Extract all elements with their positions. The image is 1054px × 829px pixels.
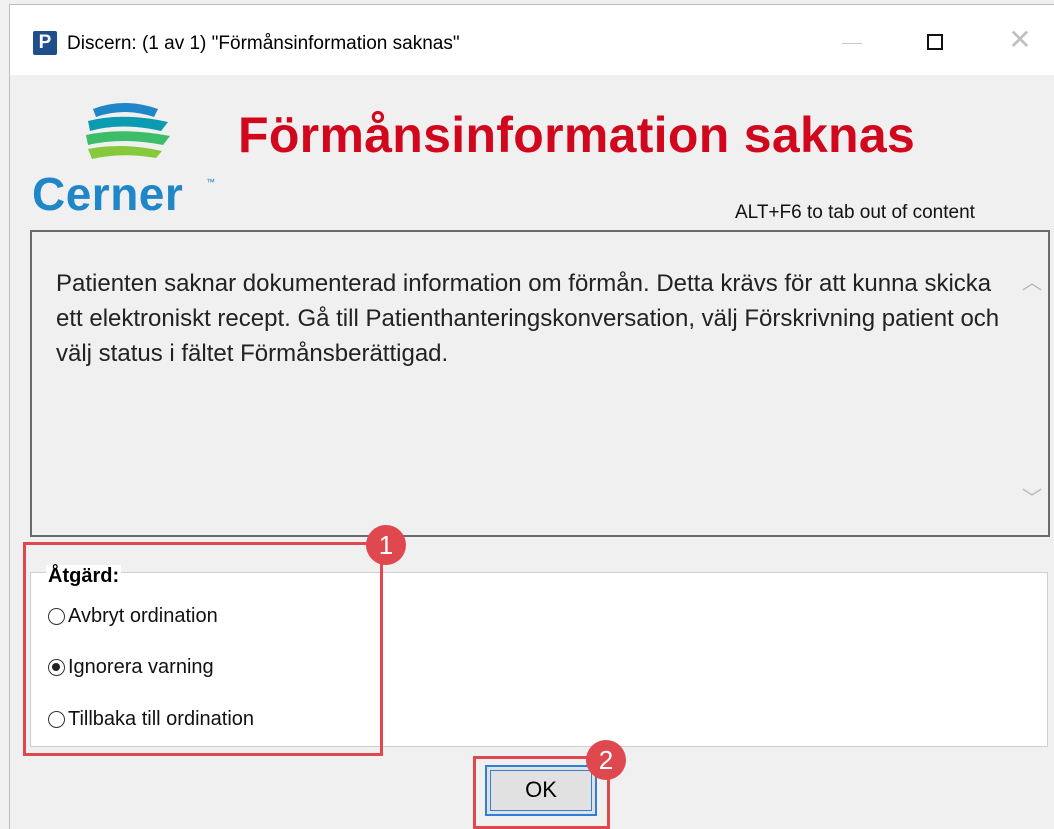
- message-text: Patienten saknar dokumenterad informatio…: [56, 270, 1000, 367]
- close-button[interactable]: ✕: [990, 19, 1050, 65]
- scroll-up-icon[interactable]: ︿: [1020, 266, 1044, 295]
- app-icon: P: [33, 31, 57, 55]
- title-bar[interactable]: P Discern: (1 av 1) "Förmånsinformation …: [10, 5, 1054, 75]
- callout-highlight-actions: [23, 542, 383, 756]
- minimize-icon: [842, 43, 862, 44]
- window-title: Discern: (1 av 1) "Förmånsinformation sa…: [67, 33, 460, 54]
- maximize-button[interactable]: [905, 19, 965, 65]
- scroll-down-icon[interactable]: ﹀: [1020, 482, 1044, 511]
- keyboard-hint: ALT+F6 to tab out of content: [735, 202, 975, 223]
- message-text-area[interactable]: Patienten saknar dokumenterad informatio…: [30, 230, 1050, 537]
- close-icon: ✕: [1008, 24, 1032, 55]
- page-title: Förmånsinformation saknas: [238, 107, 916, 163]
- maximize-icon: [927, 34, 943, 50]
- callout-badge-1: 1: [366, 525, 406, 565]
- callout-badge-2: 2: [586, 740, 626, 780]
- cerner-logo-text: Cerner: [32, 168, 184, 220]
- trademark-mark: ™: [206, 177, 215, 187]
- discern-dialog-window: P Discern: (1 av 1) "Förmånsinformation …: [9, 4, 1054, 829]
- minimize-button[interactable]: [822, 19, 882, 65]
